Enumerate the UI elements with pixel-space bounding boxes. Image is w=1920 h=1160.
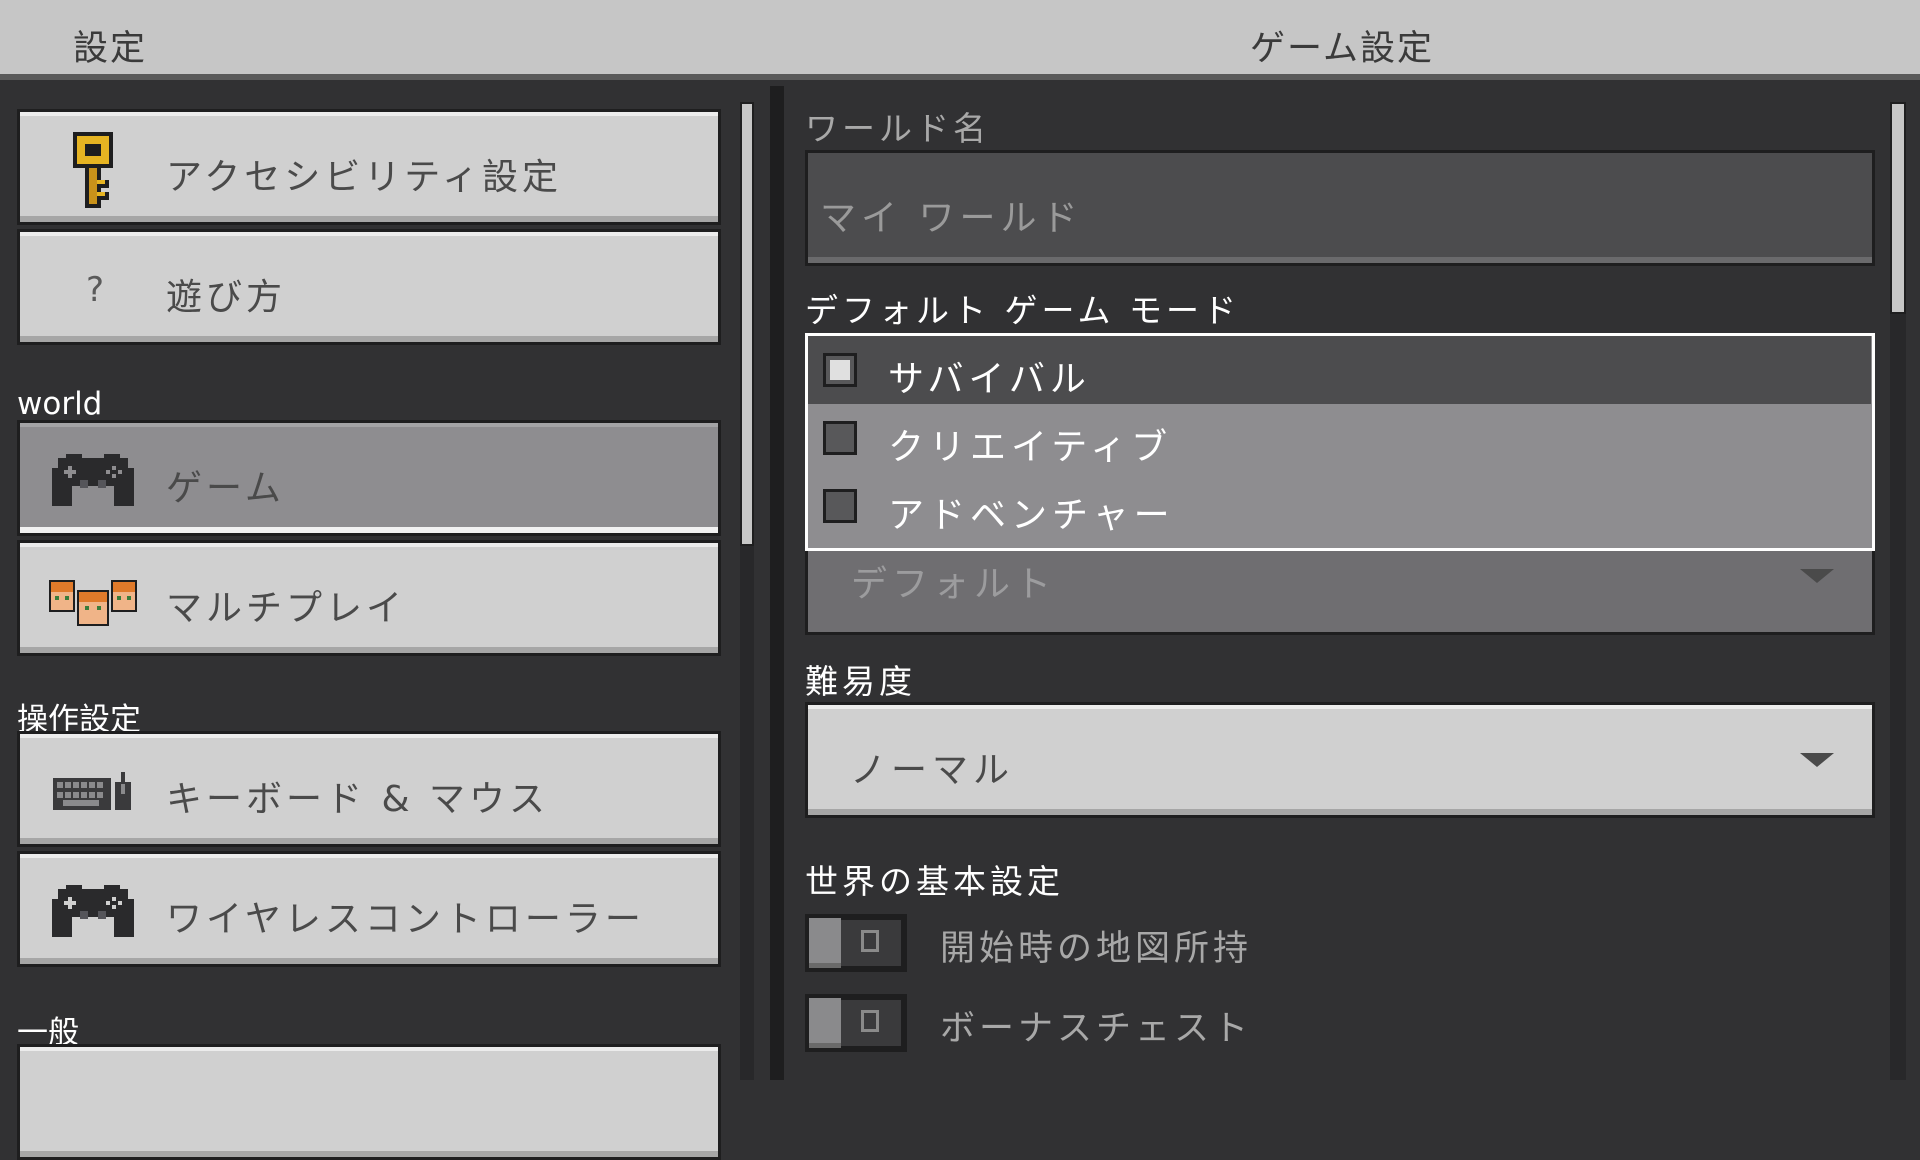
players-icon [48, 569, 138, 633]
sidebar-item-multiplayer[interactable]: マルチプレイ [17, 540, 721, 656]
game-mode-current-value: デフォルト [851, 564, 1057, 605]
controller-icon [48, 880, 138, 944]
world-preferences-label: 世界の基本設定 [805, 862, 1064, 901]
sidebar-item-keyboard-mouse[interactable]: キーボード & マウス [17, 731, 721, 847]
checkbox-icon [823, 353, 857, 387]
sidebar-item-accessibility[interactable]: アクセシビリティ設定 [17, 109, 721, 225]
game-mode-dropdown[interactable]: デフォルト [805, 551, 1875, 635]
sidebar-item-label: ワイヤレスコントローラー [166, 899, 645, 940]
toggle-row-bonus-chest: ボーナスチェスト [805, 994, 1855, 1058]
off-indicator-icon [861, 930, 879, 952]
key-icon [48, 132, 138, 208]
toggle-row-starting-map: 開始時の地図所持 [805, 914, 1855, 978]
sidebar-item-label: アクセシビリティ設定 [166, 157, 563, 198]
starting-map-toggle[interactable] [805, 914, 907, 972]
keyboard-mouse-icon [48, 760, 138, 824]
sidebar-item-game[interactable]: ゲーム [17, 420, 721, 536]
sidebar-item-label: キーボード & マウス [166, 779, 549, 820]
toggle-label: 開始時の地図所持 [940, 929, 1253, 969]
sidebar-item-how-to-play[interactable]: ? 遊び方 [17, 229, 721, 345]
bonus-chest-toggle[interactable] [805, 994, 907, 1052]
sidebar-item-label: ゲーム [166, 468, 285, 509]
sidebar-item-wireless-controller[interactable]: ワイヤレスコントローラー [17, 851, 721, 967]
question-icon: ? [86, 270, 105, 310]
difficulty-value: ノーマル [850, 750, 1015, 791]
sidebar-item-general-next[interactable] [17, 1044, 721, 1160]
settings-title: 設定 [73, 29, 148, 69]
world-name-input[interactable]: マイ ワールド [805, 150, 1875, 266]
game-mode-label: デフォルト ゲーム モード [805, 291, 1240, 330]
world-name-value: マイ ワールド [820, 198, 1083, 239]
checkbox-icon [823, 421, 857, 455]
game-mode-dropdown-list: サバイバル クリエイティブ アドベンチャー [805, 333, 1875, 551]
top-bar: 設定 ゲーム設定 [0, 0, 1920, 80]
settings-scrollbar-thumb[interactable] [1890, 102, 1906, 314]
section-label-world: world [17, 386, 103, 422]
gamepad-icon [48, 449, 138, 513]
sidebar-item-label: 遊び方 [166, 277, 287, 318]
game-mode-option-creative[interactable]: クリエイティブ [808, 404, 1871, 472]
checkbox-icon [823, 489, 857, 523]
option-label: アドベンチャー [888, 495, 1175, 536]
toggle-label: ボーナスチェスト [940, 1009, 1253, 1049]
toggle-knob [809, 998, 841, 1048]
difficulty-label: 難易度 [805, 662, 916, 701]
world-name-label: ワールド名 [805, 109, 990, 148]
page-title: ゲーム設定 [1250, 29, 1434, 69]
pane-divider [770, 86, 780, 1080]
sidebar-item-label: マルチプレイ [166, 588, 407, 629]
sidebar-scrollbar-thumb[interactable] [740, 102, 754, 546]
chevron-down-icon [1800, 753, 1834, 767]
game-mode-option-survival[interactable]: サバイバル [808, 336, 1871, 404]
game-mode-option-adventure[interactable]: アドベンチャー [808, 472, 1871, 540]
toggle-knob [809, 918, 841, 968]
chevron-down-icon [1800, 569, 1834, 583]
option-label: サバイバル [888, 359, 1091, 400]
off-indicator-icon [861, 1010, 879, 1032]
option-label: クリエイティブ [888, 427, 1173, 468]
difficulty-dropdown[interactable]: ノーマル [805, 702, 1875, 818]
